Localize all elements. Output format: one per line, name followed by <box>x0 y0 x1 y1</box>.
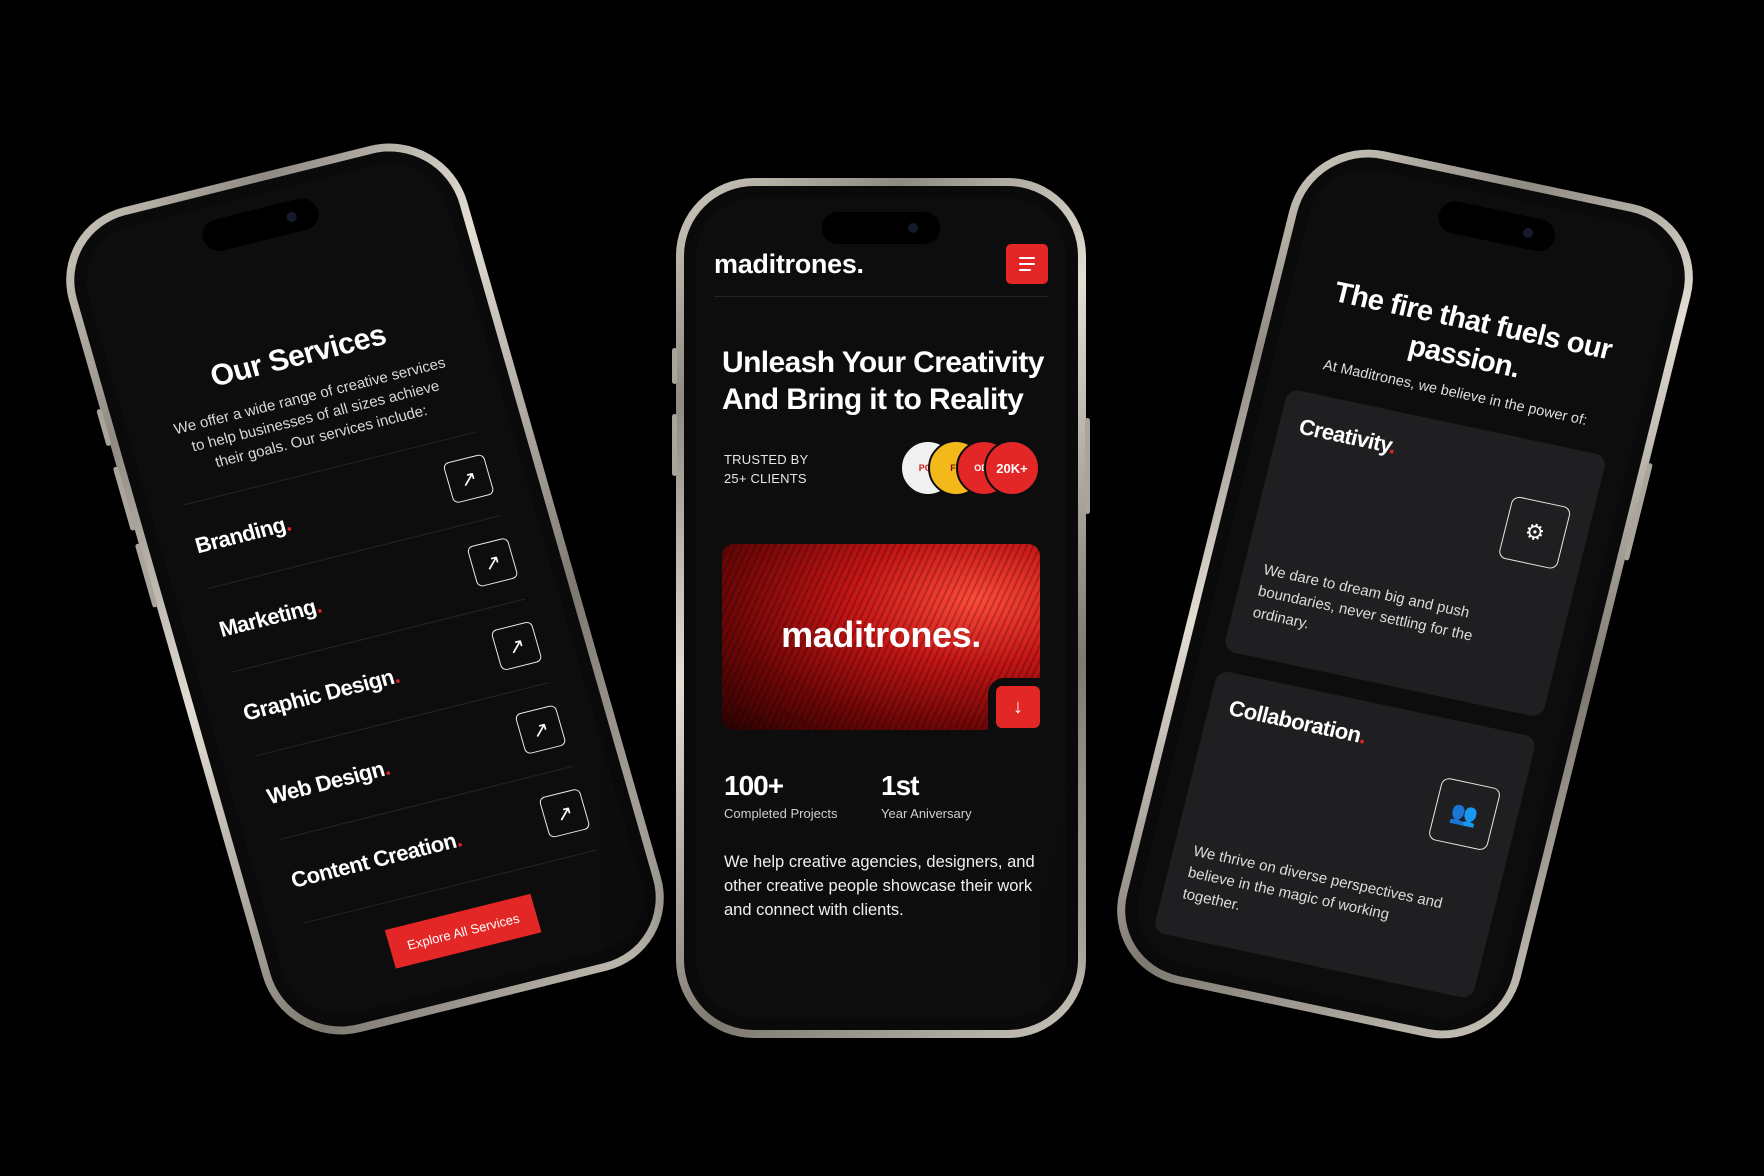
card-text: We thrive on diverse perspectives and be… <box>1180 842 1445 924</box>
service-label: Web Design <box>264 756 388 810</box>
volume-up-button <box>672 414 677 476</box>
action-button <box>672 348 677 384</box>
hero-title: Unleash Your Creativity And Bring it to … <box>722 346 1044 416</box>
lightbulb-gear-icon: ⚙ <box>1497 495 1572 570</box>
client-logos: POT FY ODY 20K+ <box>900 440 1040 496</box>
arrow-up-right-icon[interactable]: ↗ <box>538 787 591 839</box>
brand-logo[interactable]: maditrones. <box>714 249 864 280</box>
phone-services: Our Services We offer a wide range of cr… <box>47 126 683 1052</box>
arrow-up-right-icon[interactable]: ↗ <box>514 704 567 755</box>
dynamic-island <box>822 212 940 244</box>
stat-projects: 100+ Completed Projects <box>724 770 838 821</box>
service-label: Content Creation <box>288 827 459 893</box>
arrow-down-icon[interactable]: ↓ <box>996 686 1040 728</box>
stat-anniversary: 1st Year Aniversary <box>881 770 972 821</box>
arrow-up-right-icon[interactable]: ↗ <box>466 537 519 588</box>
hamburger-menu-icon[interactable] <box>1006 244 1048 284</box>
banner-logo: maditrones. <box>781 614 981 655</box>
service-label: Graphic Design <box>240 664 397 726</box>
home-screen: maditrones. Unleash Your Creativity And … <box>696 198 1066 1018</box>
phone-home: maditrones. Unleash Your Creativity And … <box>672 178 1090 1038</box>
phone-passion: The fire that fuels our passion. At Madi… <box>1100 135 1710 1053</box>
team-icon: 👥 <box>1427 776 1502 852</box>
value-card-collaboration: Collaboration. 👥 We thrive on diverse pe… <box>1152 669 1538 1000</box>
arrow-up-right-icon[interactable]: ↗ <box>490 620 543 672</box>
card-title: Creativity <box>1296 413 1394 458</box>
card-title: Collaboration <box>1226 695 1364 748</box>
service-label: Branding <box>192 512 289 559</box>
explore-all-services-button[interactable]: Explore All Services <box>384 893 542 969</box>
trusted-by: TRUSTED BY 25+ CLIENTS <box>724 452 809 486</box>
power-button <box>1085 418 1090 514</box>
service-label: Marketing <box>216 594 319 642</box>
value-card-creativity: Creativity. ⚙ We dare to dream big and p… <box>1222 388 1608 719</box>
arrow-up-right-icon[interactable]: ↗ <box>442 453 495 504</box>
client-count-badge: 20K+ <box>984 440 1040 496</box>
card-text: We dare to dream big and push boundaries… <box>1251 561 1475 645</box>
hero-banner: maditrones. <box>722 544 1040 730</box>
stats: 100+ Completed Projects 1st Year Anivers… <box>724 770 1038 821</box>
about-text: We help creative agencies, designers, an… <box>724 853 1035 919</box>
